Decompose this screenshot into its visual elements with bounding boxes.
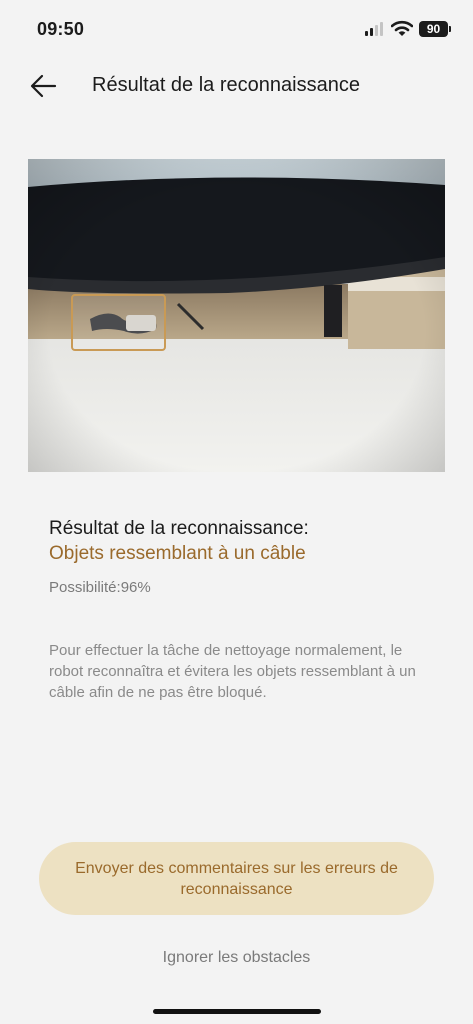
detection-box: [71, 294, 166, 351]
battery-level: 90: [426, 22, 441, 36]
feedback-button[interactable]: Envoyer des commentaires sur les erreurs…: [39, 842, 434, 915]
signal-icon: [365, 22, 383, 36]
possibility-value: 96%: [120, 579, 151, 596]
battery-icon: 90: [419, 21, 451, 37]
feedback-button-label: Envoyer des commentaires sur les erreurs…: [75, 859, 398, 898]
description-text: Pour effectuer la tâche de nettoyage nor…: [49, 642, 416, 701]
status-bar: 09:50 90: [0, 0, 473, 56]
camera-image: [28, 159, 445, 472]
page-title: Résultat de la reconnaissance: [92, 74, 360, 96]
back-button[interactable]: [26, 70, 62, 102]
possibility-label: Possibilité:: [49, 579, 121, 596]
wifi-icon: [391, 20, 413, 36]
status-time: 09:50: [37, 19, 85, 39]
arrow-left-icon: [30, 74, 57, 98]
result-label: Résultat de la reconnaissance:: [49, 518, 309, 539]
ignore-obstacles-link[interactable]: Ignorer les obstacles: [0, 949, 473, 967]
home-indicator[interactable]: [153, 1009, 321, 1014]
possibility: Possibilité:96%: [49, 579, 151, 596]
screen: 09:50 90 Résultat de la reconnaissance R…: [0, 0, 473, 1024]
result-object: Objets ressemblant à un câble: [49, 543, 306, 564]
